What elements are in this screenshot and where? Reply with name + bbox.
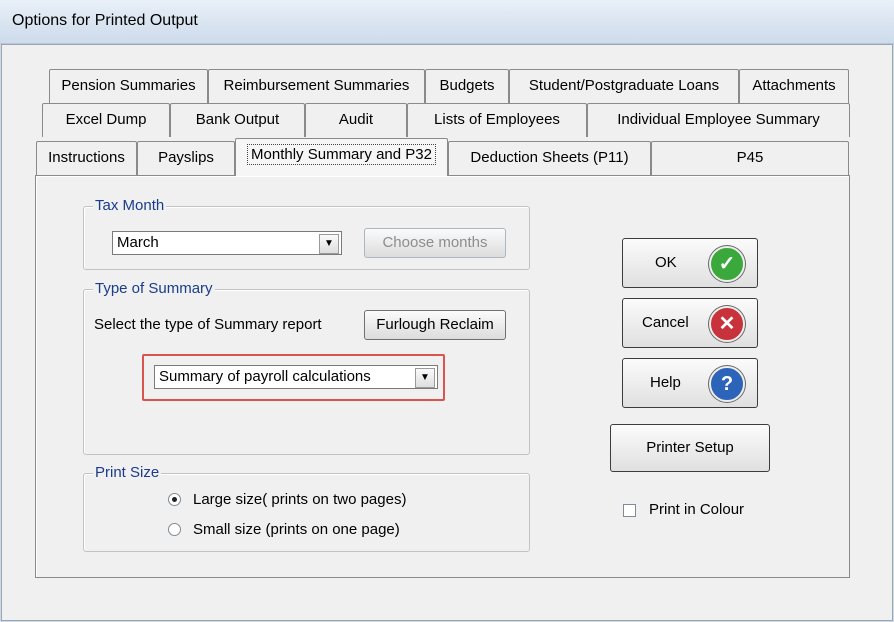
- furlough-reclaim-button[interactable]: Furlough Reclaim: [364, 310, 506, 340]
- tab-pension-summaries[interactable]: Pension Summaries: [49, 69, 208, 103]
- print-size-group: [83, 473, 530, 552]
- tab-label: Pension Summaries: [61, 77, 196, 94]
- small-size-label: Small size (prints on one page): [193, 521, 400, 538]
- help-label: Help: [650, 374, 681, 391]
- tab-label: P45: [736, 149, 764, 166]
- tab-label: Monthly Summary and P32: [247, 144, 436, 165]
- type-of-summary-legend: Type of Summary: [93, 280, 215, 298]
- check-icon: ✓: [709, 246, 745, 282]
- print-in-colour-label: Print in Colour: [649, 501, 745, 518]
- tab-audit[interactable]: Audit: [305, 103, 407, 137]
- tab-student-postgraduate-loans[interactable]: Student/Postgraduate Loans: [509, 69, 739, 103]
- chevron-down-icon[interactable]: ▼: [415, 368, 435, 388]
- close-icon: ✕: [709, 306, 745, 342]
- tab-label: Attachments: [752, 77, 836, 94]
- tab-label: Audit: [338, 111, 374, 128]
- tab-budgets[interactable]: Budgets: [425, 69, 509, 103]
- help-button[interactable]: Help ?: [622, 358, 758, 408]
- large-size-radio[interactable]: [168, 493, 181, 506]
- tab-monthly-summary-p32[interactable]: Monthly Summary and P32: [235, 138, 448, 176]
- tab-label: Lists of Employees: [434, 111, 560, 128]
- tab-individual-employee-summary[interactable]: Individual Employee Summary: [587, 103, 850, 137]
- ok-button[interactable]: OK ✓: [622, 238, 758, 288]
- tax-month-select[interactable]: March ▼: [112, 231, 342, 255]
- tab-label: Deduction Sheets (P11): [470, 149, 629, 166]
- tab-label: Budgets: [439, 77, 495, 94]
- tab-deduction-sheets-p11[interactable]: Deduction Sheets (P11): [448, 141, 651, 175]
- cancel-button[interactable]: Cancel ✕: [622, 298, 758, 348]
- tab-excel-dump[interactable]: Excel Dump: [42, 103, 170, 137]
- tab-label: Instructions: [48, 149, 125, 166]
- tab-label: Individual Employee Summary: [617, 111, 820, 128]
- tab-label: Student/Postgraduate Loans: [528, 77, 720, 94]
- ok-label: OK: [655, 254, 677, 271]
- tab-label: Reimbursement Summaries: [223, 77, 410, 94]
- tax-month-value: March: [117, 234, 159, 251]
- window-title: Options for Printed Output: [12, 12, 198, 29]
- tab-p45[interactable]: P45: [651, 141, 849, 175]
- tab-lists-of-employees[interactable]: Lists of Employees: [407, 103, 587, 137]
- large-size-label: Large size( prints on two pages): [193, 491, 407, 508]
- tax-month-legend: Tax Month: [93, 197, 167, 215]
- tab-label: Bank Output: [195, 111, 280, 128]
- summary-type-select[interactable]: Summary of payroll calculations ▼: [154, 365, 438, 389]
- tab-label: Payslips: [158, 149, 214, 166]
- tab-label: Excel Dump: [65, 111, 147, 128]
- cancel-label: Cancel: [642, 314, 689, 331]
- tab-attachments[interactable]: Attachments: [739, 69, 849, 103]
- print-in-colour-checkbox[interactable]: [623, 504, 636, 517]
- tab-instructions[interactable]: Instructions: [36, 141, 137, 175]
- choose-months-button[interactable]: Choose months: [364, 228, 506, 258]
- summary-type-value: Summary of payroll calculations: [159, 368, 371, 385]
- tab-reimbursement-summaries[interactable]: Reimbursement Summaries: [208, 69, 425, 103]
- printer-setup-button[interactable]: Printer Setup: [610, 424, 770, 472]
- tab-bank-output[interactable]: Bank Output: [170, 103, 305, 137]
- print-size-legend: Print Size: [93, 464, 162, 482]
- summary-type-prompt: Select the type of Summary report: [94, 316, 322, 333]
- small-size-radio[interactable]: [168, 523, 181, 536]
- tab-payslips[interactable]: Payslips: [137, 141, 235, 175]
- chevron-down-icon[interactable]: ▼: [319, 234, 339, 254]
- help-icon: ?: [709, 366, 745, 402]
